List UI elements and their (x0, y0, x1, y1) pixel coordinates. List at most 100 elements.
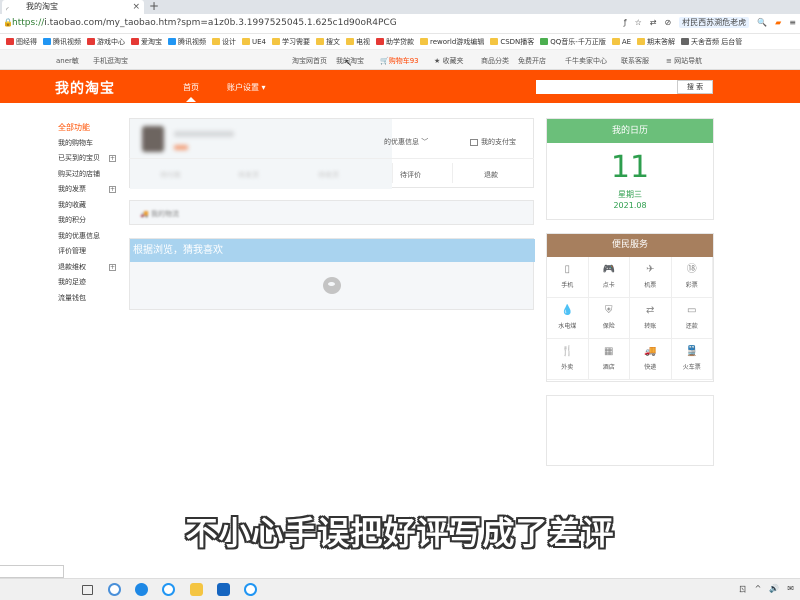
mobile-link[interactable]: 手机逛淘宝 (93, 56, 128, 66)
sidebar-item[interactable]: 退款维权 + (58, 260, 118, 276)
sidebar-item[interactable]: 评价管理 (58, 244, 118, 260)
bookmark-item[interactable]: 游戏中心 (87, 37, 125, 47)
sidebar-item[interactable]: 全部功能 (58, 120, 118, 136)
bookmark-item[interactable]: QQ音乐-千万正版 (540, 37, 606, 47)
bookmark-item[interactable]: UE4 (242, 38, 266, 46)
bookmark-label: reworld游戏编辑 (430, 37, 485, 46)
taobao-home-link[interactable]: 淘宝网首页 (292, 56, 327, 66)
service-shield[interactable]: ⛨ 保险 (588, 298, 630, 339)
sidebar-item[interactable]: 我的购物车 (58, 136, 118, 152)
service-water[interactable]: 💧 水电煤 (547, 298, 589, 339)
word-icon[interactable] (217, 583, 230, 596)
logo[interactable]: 我的淘宝 (55, 78, 115, 98)
sidebar-item[interactable]: 流量钱包 (58, 291, 118, 307)
left-menu: 全部功能 我的购物车 已买到的宝贝 + 购买过的店铺我的发票 + 我的收藏 我的积分 我的优惠信… (58, 120, 118, 306)
service-phone[interactable]: ▯ 手机 (547, 257, 589, 298)
expand-icon[interactable]: + (109, 186, 116, 193)
order-refund[interactable]: 退款 (484, 170, 498, 180)
sidebar-item[interactable]: 我的积分 (58, 213, 118, 229)
chevron-up-icon[interactable]: ^ (755, 584, 762, 595)
bookmark-icon (346, 38, 354, 45)
browser-icon[interactable] (162, 583, 175, 596)
search-input[interactable] (536, 80, 677, 94)
order-pending-shipment[interactable]: 待发货 (238, 170, 259, 180)
expand-icon[interactable]: + (109, 263, 116, 271)
sidebar-item[interactable]: 已买到的宝贝 + (58, 151, 118, 167)
coupon-info-link[interactable]: 的优惠信息 ﹀ (384, 137, 428, 147)
service-lottery[interactable]: ⑱ 彩票 (671, 257, 713, 298)
new-tab-button[interactable]: + (149, 0, 159, 13)
service-transfer[interactable]: ⇄ 转账 (630, 298, 672, 339)
order-pending-payment[interactable]: 待付款 (160, 170, 181, 180)
service-train[interactable]: 🚆 火车票 (671, 339, 713, 380)
bookmark-item[interactable]: 图经得 (6, 37, 37, 47)
service-truck[interactable]: 🚚 快递 (630, 339, 672, 380)
seller-center-link[interactable]: 千牛卖家中心 (565, 56, 607, 66)
share-icon[interactable]: ⇄ (650, 18, 657, 27)
browser-tab[interactable]: ◜ 我的淘宝 × (2, 0, 144, 14)
bookmark-item[interactable]: reworld游戏编辑 (420, 37, 484, 47)
taskbar: ㄖ ^ 🔊 ✉ (0, 578, 800, 600)
sidebar-item[interactable]: 我的足迹 (58, 275, 118, 291)
bookmark-item[interactable]: 腾讯视频 (168, 37, 206, 47)
service-utensils[interactable]: 🍴 外卖 (547, 339, 589, 380)
service-card[interactable]: ▭ 还款 (671, 298, 713, 339)
expand-icon[interactable]: + (109, 155, 116, 162)
bookmark-item[interactable]: 助学贷款 (376, 37, 414, 47)
sidebar-item-label: 我的发票 (58, 185, 86, 193)
input-method-icon[interactable]: ㄖ (739, 584, 747, 595)
search-icon[interactable]: 🔍 (757, 18, 767, 27)
bookmark-item[interactable]: 腾讯视频 (43, 37, 81, 47)
free-shop-link[interactable]: 免费开店 (518, 56, 546, 66)
search-chip[interactable]: 村民西苏溯危老虎 (679, 17, 750, 28)
extension-icon[interactable]: ƒ (624, 18, 627, 27)
tab-home[interactable]: 首页 (183, 82, 199, 93)
bookmark-item[interactable]: 设计 (212, 37, 236, 47)
tab-close-icon[interactable]: × (132, 0, 140, 14)
service-hotel[interactable]: ▦ 酒店 (588, 339, 630, 380)
star-icon[interactable]: ☆ (635, 18, 642, 27)
address-bar[interactable]: 🔒 https://i.taobao.com/my_taobao.htm?spm… (0, 14, 800, 34)
phone-icon: ▯ (564, 264, 570, 275)
bookmark-item[interactable]: 电视 (346, 37, 370, 47)
bookmark-item[interactable]: CSDN播客 (490, 37, 534, 47)
service-plane[interactable]: ✈ 机票 (630, 257, 672, 298)
file-explorer-icon[interactable] (190, 583, 203, 596)
url-text[interactable]: https://i.taobao.com/my_taobao.htm?spm=a… (12, 18, 397, 28)
task-view-icon[interactable] (82, 585, 93, 595)
sidebar-item[interactable]: 我的发票 + (58, 182, 118, 198)
logistics-label: 🚚 我的物流 (140, 210, 179, 218)
sidebar-item[interactable]: 我的优惠信息 (58, 229, 118, 245)
categories-link[interactable]: 商品分类 (481, 56, 509, 66)
network-app-icon[interactable] (108, 583, 121, 596)
search-button[interactable]: 搜 索 (677, 80, 713, 94)
alipay-link[interactable]: 我的支付宝 (470, 137, 516, 147)
bookmark-item[interactable]: 爱淘宝 (131, 37, 162, 47)
order-pending-review[interactable]: 待评价 (400, 170, 421, 180)
search-engine-icon[interactable]: ⊘ (664, 18, 671, 27)
site-nav-link[interactable]: ≡ 网站导航 (666, 56, 702, 66)
user-name-link[interactable]: aner敏 (56, 56, 79, 66)
volume-icon[interactable]: 🔊 (769, 584, 779, 595)
notification-icon[interactable]: ✉ (787, 584, 794, 595)
bookmark-item[interactable]: 学习需要 (272, 37, 310, 47)
browser-icon[interactable] (244, 583, 257, 596)
favorites-link[interactable]: ★ 收藏夹 (434, 56, 464, 66)
bookmark-item[interactable]: AE (611, 38, 631, 46)
game-icon[interactable]: ▰ (775, 18, 781, 27)
order-pending-receipt[interactable]: 待收货 (318, 170, 339, 180)
bookmark-item[interactable]: 期末答解 (637, 37, 675, 47)
sidebar-item[interactable]: 我的收藏 (58, 198, 118, 214)
service-gamepad[interactable]: 🎮 点卡 (588, 257, 630, 298)
tab-account-settings[interactable]: 账户设置 ▾ (227, 82, 266, 93)
menu-icon[interactable]: ≡ (789, 18, 796, 27)
sidebar-item[interactable]: 购买过的店铺 (58, 167, 118, 183)
chevron-down-icon: ▾ (261, 83, 266, 92)
bookmark-item[interactable]: 天舍音频 后台管 (681, 37, 742, 47)
contact-link[interactable]: 联系客服 (621, 56, 649, 66)
sidebar-item-label: 我的足迹 (58, 278, 86, 286)
avatar[interactable] (142, 126, 164, 152)
bookmark-item[interactable]: 搜文 (316, 37, 340, 47)
edge-icon[interactable] (135, 583, 148, 596)
cart-link[interactable]: 🛒购物车93 (380, 56, 419, 66)
